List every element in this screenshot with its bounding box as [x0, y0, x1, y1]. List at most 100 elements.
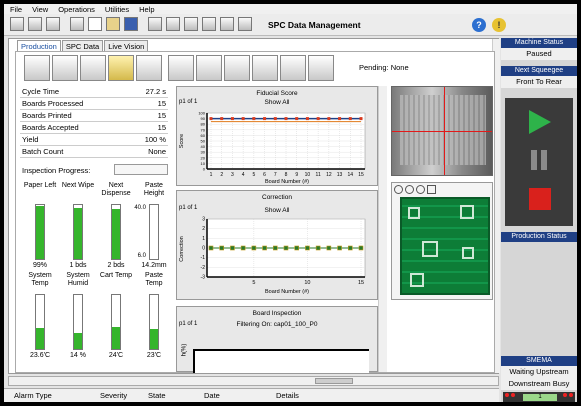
- data-point: [252, 117, 256, 121]
- zoom-in-icon[interactable]: [394, 185, 403, 194]
- zoom-reset-icon[interactable]: [427, 185, 436, 194]
- squeegee-tool-icon[interactable]: [168, 55, 194, 81]
- gauge-value: 23'C: [146, 352, 162, 359]
- menu-view[interactable]: View: [32, 5, 48, 14]
- x-tick-label: 13: [337, 172, 343, 178]
- next-squeegee-value: Front To Rear: [501, 76, 577, 88]
- data-point: [230, 245, 235, 251]
- process-icon[interactable]: [280, 55, 306, 81]
- grid-icon[interactable]: [70, 17, 84, 31]
- x-tick-label: 5: [252, 280, 255, 286]
- y-tick-label: 0: [202, 246, 205, 252]
- x-tick-label: 9: [295, 172, 298, 178]
- stencil-icon[interactable]: [184, 17, 198, 31]
- paper-icon[interactable]: [108, 55, 134, 81]
- smema-upstream: Waiting Upstream: [501, 366, 577, 378]
- zoom-controls: [394, 185, 436, 194]
- tab-bar: Production SPC Data Live Vision: [17, 40, 149, 51]
- menu-file[interactable]: File: [10, 5, 22, 14]
- new-file-icon[interactable]: [88, 17, 102, 31]
- data-point: [305, 245, 310, 251]
- gauge: System Temp 23.6'C: [22, 272, 58, 359]
- tool-icon[interactable]: [224, 55, 250, 81]
- menu-utilities[interactable]: Utilities: [105, 5, 129, 14]
- squeegee-change-icon[interactable]: [196, 55, 222, 81]
- open-folder-icon[interactable]: [106, 17, 120, 31]
- gauge-label: System Temp: [28, 272, 52, 287]
- run-controls: [505, 98, 573, 226]
- crosshair-horizontal: [392, 131, 492, 132]
- gauge-value: 14.2mm: [141, 262, 167, 269]
- production-status-header: Production Status: [501, 232, 577, 242]
- menu-help[interactable]: Help: [139, 5, 154, 14]
- x-tick-label: 15: [358, 280, 364, 286]
- col-alarm-type[interactable]: Alarm Type: [14, 391, 52, 400]
- monitor-settings-icon[interactable]: [308, 55, 334, 81]
- chart-subtitle: Show All: [264, 99, 290, 106]
- home-icon[interactable]: [10, 17, 24, 31]
- spi-icon[interactable]: [52, 55, 78, 81]
- printer-icon[interactable]: [220, 17, 234, 31]
- camera-icon[interactable]: [166, 17, 180, 31]
- x-tick-label: 2: [220, 172, 223, 178]
- x-tick-label: 1: [210, 172, 213, 178]
- col-date[interactable]: Date: [204, 391, 220, 400]
- tab-production[interactable]: Production: [17, 40, 61, 51]
- col-severity[interactable]: Severity: [100, 391, 127, 400]
- menu-operations[interactable]: Operations: [58, 5, 95, 14]
- play-icon[interactable]: [529, 110, 551, 134]
- charts-scrollbar[interactable]: [378, 86, 387, 372]
- tab-spc-data[interactable]: SPC Data: [61, 40, 104, 51]
- squeegee-icon[interactable]: [202, 17, 216, 31]
- gauge-value: 14 %: [70, 352, 86, 359]
- zoom-fit-icon[interactable]: [416, 185, 425, 194]
- app-window: File View Operations Utilities Help SPC …: [4, 4, 577, 402]
- board-counter: 1: [523, 394, 557, 401]
- inspect-tool-icon[interactable]: [24, 55, 50, 81]
- gauge-fill: [36, 205, 44, 259]
- zoom-out-icon[interactable]: [405, 185, 414, 194]
- data-point: [241, 117, 245, 121]
- data-point: [338, 117, 342, 121]
- led-icon: [563, 393, 567, 397]
- gauge-fill: [112, 327, 120, 349]
- fiducial-score-chart: Fiducial Score p1 of 1 Show All 0 10 20 30 4…: [176, 86, 378, 186]
- pause-icon[interactable]: [531, 150, 537, 170]
- gauge-bar: [35, 204, 45, 260]
- help-icon[interactable]: ?: [472, 18, 486, 32]
- col-state[interactable]: State: [148, 391, 166, 400]
- status-sidebar: Machine Status Paused Next Squeegee Fron…: [501, 38, 577, 402]
- gauge-label: Next Dispense: [101, 182, 131, 197]
- cycle-icon[interactable]: [80, 55, 106, 81]
- y-tick-label: 90: [201, 116, 206, 121]
- gauge-bar: [149, 294, 159, 350]
- horizontal-scrollbar[interactable]: [8, 376, 499, 386]
- gauge-value: 1 bds: [69, 262, 87, 269]
- y-tick-label: -1: [201, 255, 206, 261]
- save-icon[interactable]: [124, 17, 138, 31]
- wipe-icon[interactable]: [136, 55, 162, 81]
- reset-icon[interactable]: [46, 17, 60, 31]
- x-tick-label: 8: [285, 172, 288, 178]
- production-pane: Pending: None Cycle Time 27.2 s Boards Pr…: [15, 51, 495, 373]
- data-point: [305, 117, 309, 121]
- tooling-icon[interactable]: [252, 55, 278, 81]
- board-icon[interactable]: [148, 17, 162, 31]
- fiducial-plot: 01020304050607080901001 2 3 4 5 6 7 8 9 10 11 12 13 1…: [179, 111, 366, 185]
- x-tick-label: 15: [358, 172, 364, 178]
- gauge-value: 2 bds: [107, 262, 125, 269]
- chart-icon[interactable]: [238, 17, 252, 31]
- col-details[interactable]: Details: [276, 391, 299, 400]
- lightbulb-icon[interactable]: !: [492, 18, 506, 32]
- tab-live-vision[interactable]: Live Vision: [104, 40, 149, 51]
- x-tick-label: 7: [274, 172, 277, 178]
- data-point: [284, 117, 288, 121]
- gauge-bar: [111, 204, 121, 260]
- stop-icon[interactable]: [529, 188, 551, 210]
- refresh-icon[interactable]: [28, 17, 42, 31]
- gauge: Next Wipe 1 bds: [60, 182, 96, 269]
- data-point: [347, 245, 353, 251]
- chart-title: Fiducial Score: [256, 90, 298, 97]
- x-tick-label: 4: [242, 172, 245, 178]
- app-title: SPC Data Management: [268, 20, 361, 30]
